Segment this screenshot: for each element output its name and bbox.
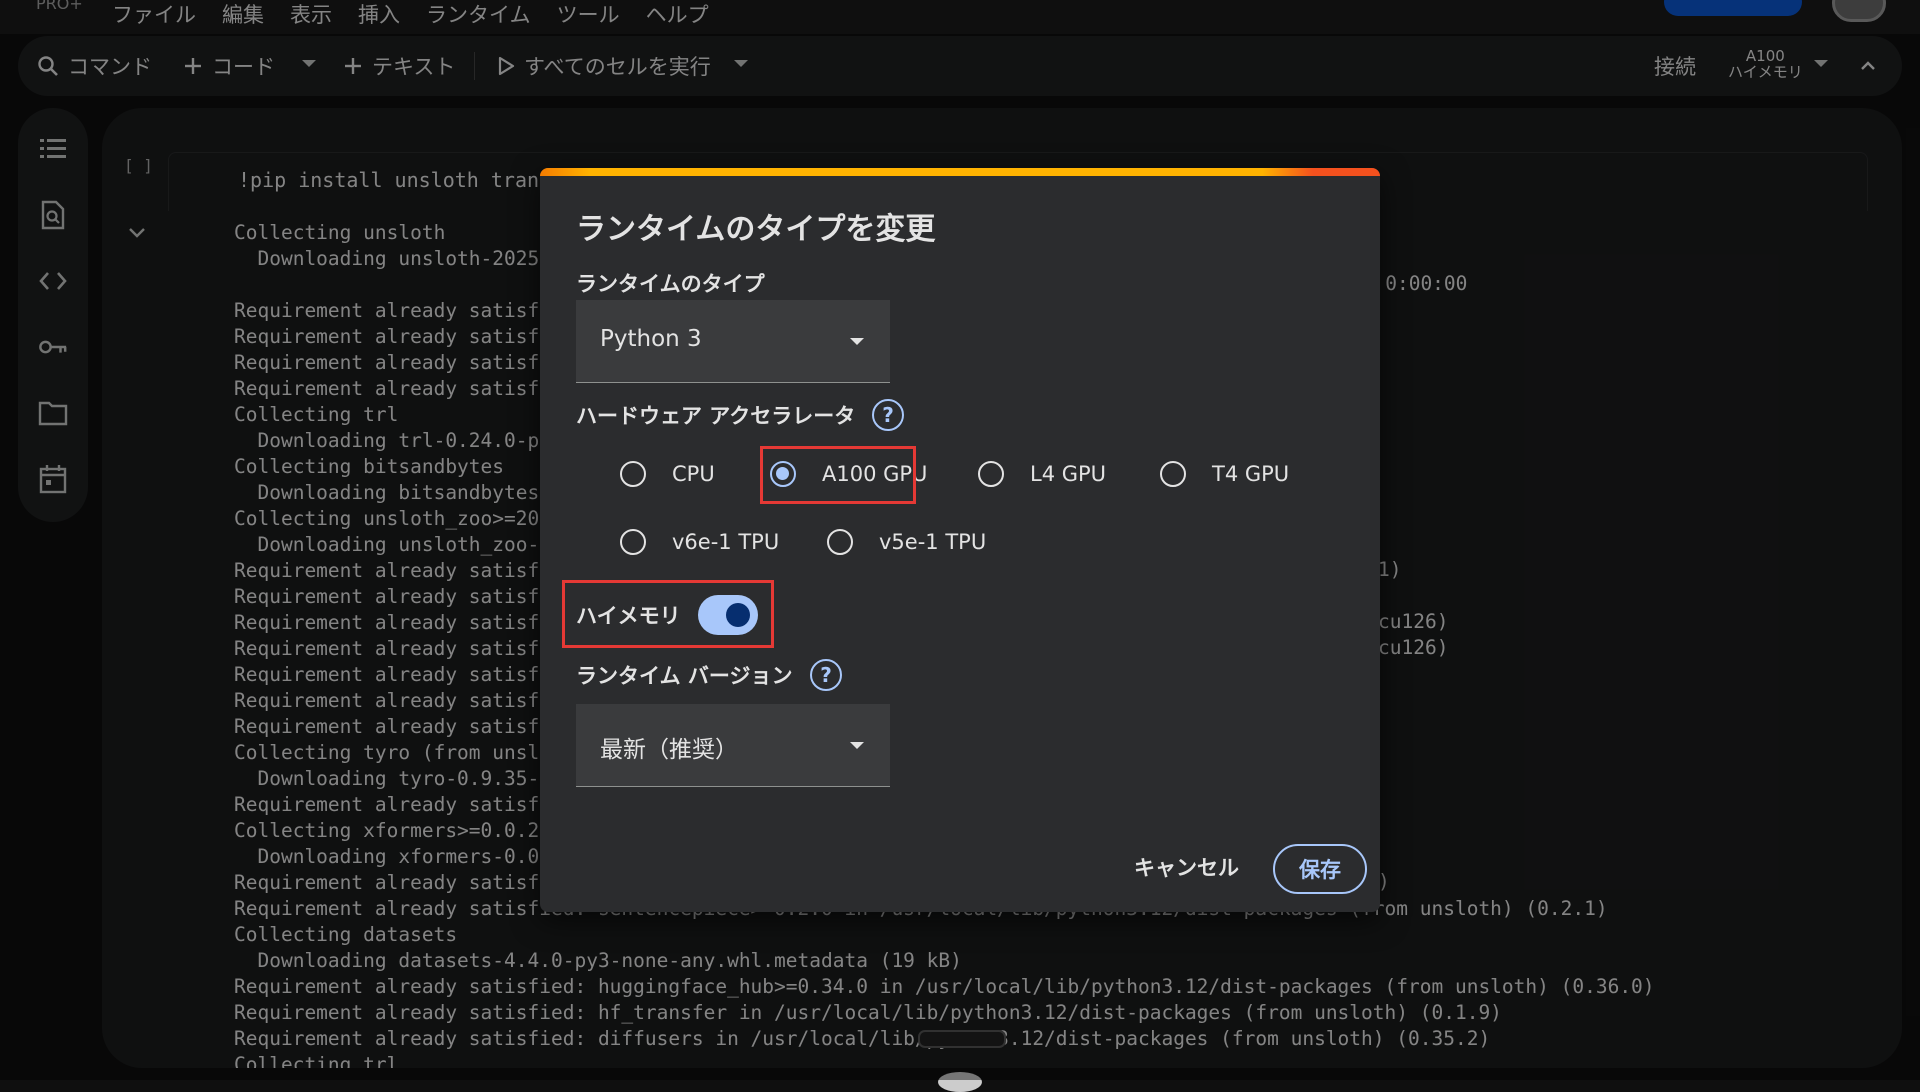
accelerator-l4-radio[interactable]: L4 GPU [978, 450, 1106, 498]
highlight-box-a100 [760, 446, 916, 504]
dropdown-caret-icon [850, 338, 864, 345]
accelerator-v5e-tpu-label: v5e-1 TPU [879, 530, 987, 554]
radio-circle-icon [827, 529, 853, 555]
accelerator-cpu-label: CPU [672, 462, 715, 486]
accelerator-help-icon[interactable]: ? [872, 399, 904, 431]
runtime-version-help-icon[interactable]: ? [810, 659, 842, 691]
cancel-button[interactable]: キャンセル [1134, 852, 1239, 882]
runtime-version-label: ランタイム バージョン [576, 664, 793, 688]
accelerator-v6e-tpu-radio[interactable]: v6e-1 TPU [620, 518, 779, 566]
radio-circle-icon [1160, 461, 1186, 487]
highlight-box-high-ram [562, 580, 774, 648]
save-button[interactable]: 保存 [1273, 844, 1367, 894]
accelerator-l4-label: L4 GPU [1030, 462, 1107, 486]
runtime-version-select[interactable]: 最新（推奨） [576, 704, 890, 787]
dialog-title: ランタイムのタイプを変更 [576, 212, 936, 247]
hardware-accelerator-label: ハードウェア アクセラレータ [576, 404, 856, 428]
radio-circle-icon [620, 461, 646, 487]
radio-circle-icon [620, 529, 646, 555]
accelerator-cpu-radio[interactable]: CPU [620, 450, 715, 498]
change-runtime-type-dialog: ランタイムのタイプを変更 ランタイムのタイプ Python 3 ハードウェア ア… [540, 168, 1380, 912]
accelerator-v6e-tpu-label: v6e-1 TPU [672, 530, 780, 554]
runtime-type-label: ランタイムのタイプ [576, 272, 765, 296]
accelerator-t4-label: T4 GPU [1212, 462, 1290, 486]
accelerator-t4-radio[interactable]: T4 GPU [1160, 450, 1289, 498]
runtime-type-select[interactable]: Python 3 [576, 300, 890, 383]
radio-circle-icon [978, 461, 1004, 487]
runtime-version-value: 最新（推奨） [600, 737, 738, 763]
accelerator-v5e-tpu-radio[interactable]: v5e-1 TPU [827, 518, 986, 566]
dropdown-caret-icon [850, 742, 864, 749]
runtime-type-value: Python 3 [600, 326, 702, 352]
dialog-progress-bar [540, 168, 1380, 176]
